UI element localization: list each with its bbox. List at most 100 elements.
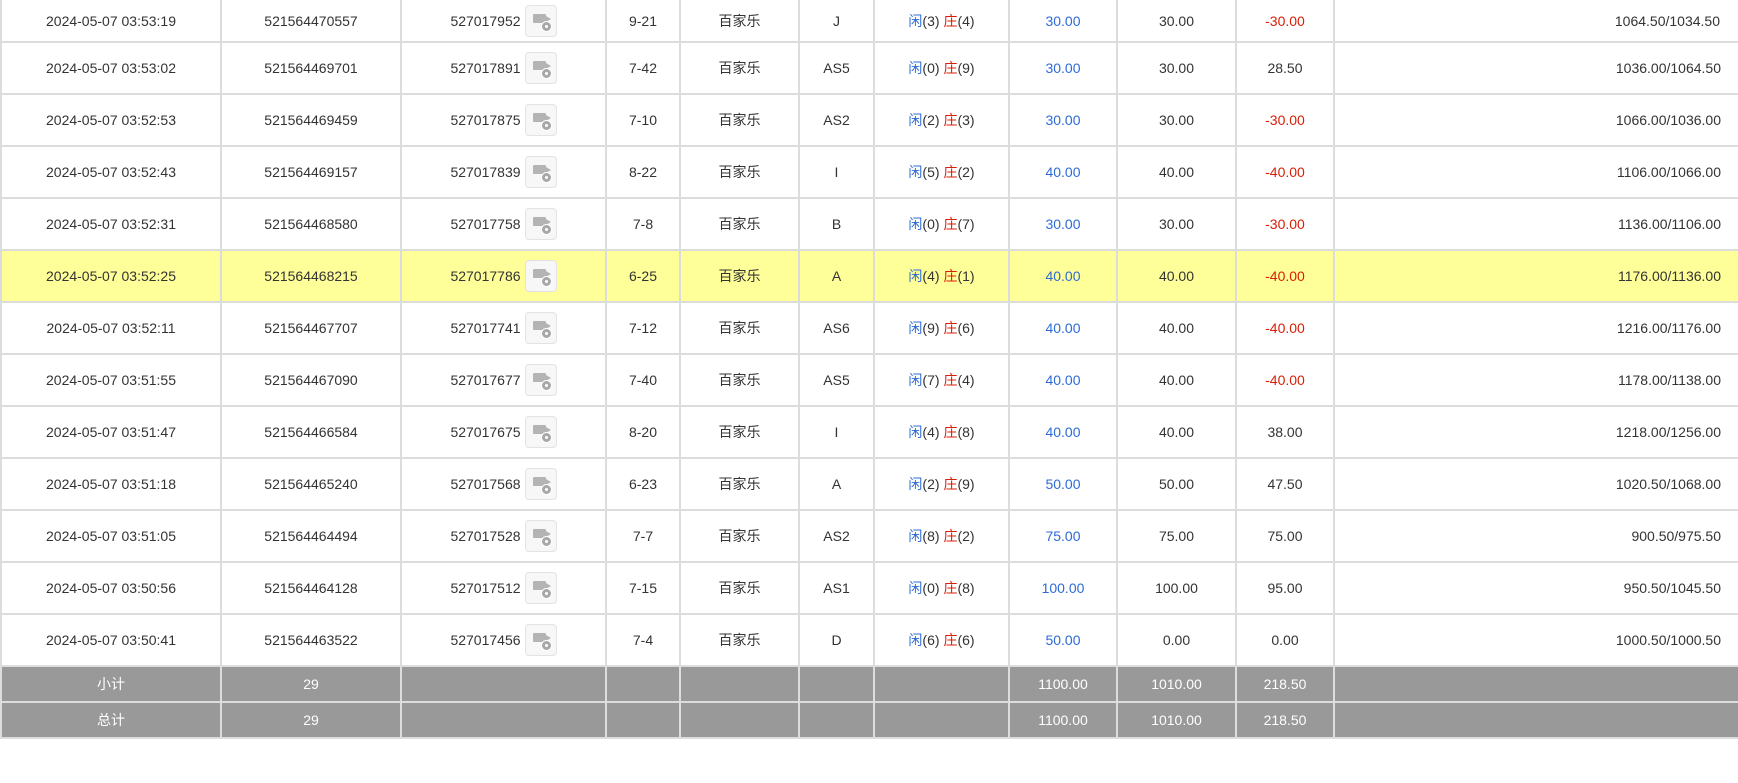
- shoe-hand: 7-40: [605, 353, 681, 407]
- banker-label: 庄: [943, 580, 958, 596]
- round-number: 527017839: [450, 164, 521, 180]
- table-row: 2024-05-07 03:52:53 521564469459 527017875…: [0, 93, 1738, 147]
- table-row: 2024-05-07 03:53:02 521564469701 527017891…: [0, 41, 1738, 95]
- round-cell: 527017952: [400, 0, 607, 43]
- bet-amount: 30.00: [1008, 41, 1118, 95]
- game-type: 百家乐: [679, 561, 800, 615]
- banker-points: (3): [957, 112, 975, 128]
- player-label: 闲: [908, 216, 923, 232]
- video-replay-icon[interactable]: [524, 468, 557, 500]
- table-row: 2024-05-07 03:52:31 521564468580 527017758…: [0, 197, 1738, 251]
- video-replay-icon[interactable]: [524, 624, 557, 656]
- round-number: 527017528: [450, 528, 521, 544]
- banker-points: (8): [957, 580, 975, 596]
- bet-time: 2024-05-07 03:51:55: [0, 353, 222, 407]
- bet-amount: 30.00: [1008, 93, 1118, 147]
- total-label: 总计: [0, 701, 222, 739]
- video-replay-icon[interactable]: [524, 104, 557, 136]
- valid-bet: 0.00: [1116, 613, 1237, 667]
- banker-points: (8): [957, 424, 975, 440]
- video-replay-icon[interactable]: [524, 312, 557, 344]
- round-number: 527017512: [450, 580, 521, 596]
- bet-number: 521564467707: [220, 301, 402, 355]
- total-count: 29: [220, 701, 402, 739]
- game-type: 百家乐: [679, 0, 800, 43]
- valid-bet: 100.00: [1116, 561, 1237, 615]
- subtotal-valid: 1010.00: [1116, 665, 1237, 703]
- bet-time: 2024-05-07 03:53:19: [0, 0, 222, 43]
- subtotal-bet: 1100.00: [1008, 665, 1118, 703]
- bet-amount: 40.00: [1008, 353, 1118, 407]
- shoe-hand: 7-7: [605, 509, 681, 563]
- video-replay-icon[interactable]: [524, 4, 557, 37]
- video-replay-icon[interactable]: [524, 156, 557, 188]
- round-cell: 527017456: [400, 613, 607, 667]
- banker-points: (6): [957, 632, 975, 648]
- win-loss: 38.00: [1235, 405, 1335, 459]
- banker-points: (4): [957, 12, 975, 29]
- balance-before-after: 1176.00/1136.00: [1333, 249, 1738, 303]
- shoe-hand: 7-10: [605, 93, 681, 147]
- player-points: (2): [922, 476, 940, 492]
- round-number: 527017952: [450, 12, 521, 29]
- round-number: 527017891: [450, 60, 521, 76]
- bet-number: 521564470557: [220, 0, 402, 43]
- bet-number: 521564463522: [220, 613, 402, 667]
- win-loss: -40.00: [1235, 249, 1335, 303]
- balance-before-after: 1216.00/1176.00: [1333, 301, 1738, 355]
- bet-number: 521564467090: [220, 353, 402, 407]
- video-replay-icon[interactable]: [524, 52, 557, 84]
- shoe-hand: 7-8: [605, 197, 681, 251]
- video-replay-icon[interactable]: [524, 260, 557, 292]
- game-type: 百家乐: [679, 405, 800, 459]
- table-row: 2024-05-07 03:52:25 521564468215 527017786…: [0, 249, 1738, 303]
- bet-number: 521564469459: [220, 93, 402, 147]
- bet-number: 521564469701: [220, 41, 402, 95]
- win-loss: 47.50: [1235, 457, 1335, 511]
- balance-before-after: 1020.50/1068.00: [1333, 457, 1738, 511]
- bet-number: 521564464494: [220, 509, 402, 563]
- banker-points: (7): [957, 216, 975, 232]
- game-type: 百家乐: [679, 301, 800, 355]
- round-cell: 527017675: [400, 405, 607, 459]
- video-replay-icon[interactable]: [524, 416, 557, 448]
- table-name: AS2: [798, 93, 875, 147]
- result-cell: 闲(3) 庄(4): [873, 0, 1010, 43]
- banker-points: (2): [957, 164, 975, 180]
- table-name: AS6: [798, 301, 875, 355]
- banker-points: (2): [957, 528, 975, 544]
- banker-points: (9): [957, 60, 975, 76]
- video-replay-icon[interactable]: [524, 364, 557, 396]
- video-replay-icon[interactable]: [524, 572, 557, 604]
- bet-number: 521564469157: [220, 145, 402, 199]
- table-name: A: [798, 457, 875, 511]
- records-body: 2024-05-07 03:53:19 521564470557 527017952…: [0, 0, 1738, 667]
- round-cell: 527017512: [400, 561, 607, 615]
- player-points: (4): [922, 268, 940, 284]
- table-row: 2024-05-07 03:50:56 521564464128 527017512…: [0, 561, 1738, 615]
- bet-amount: 50.00: [1008, 457, 1118, 511]
- video-replay-icon[interactable]: [524, 520, 557, 552]
- round-cell: 527017758: [400, 197, 607, 251]
- bet-amount: 50.00: [1008, 613, 1118, 667]
- table-row: 2024-05-07 03:50:41 521564463522 527017456…: [0, 613, 1738, 667]
- balance-before-after: 1000.50/1000.50: [1333, 613, 1738, 667]
- table-row: 2024-05-07 03:52:11 521564467707 527017741…: [0, 301, 1738, 355]
- result-cell: 闲(7) 庄(4): [873, 353, 1010, 407]
- win-loss: 95.00: [1235, 561, 1335, 615]
- banker-label: 庄: [943, 60, 958, 76]
- round-cell: 527017568: [400, 457, 607, 511]
- round-number: 527017675: [450, 424, 521, 440]
- game-type: 百家乐: [679, 197, 800, 251]
- shoe-hand: 8-20: [605, 405, 681, 459]
- round-number: 527017741: [450, 320, 521, 336]
- bet-amount: 40.00: [1008, 405, 1118, 459]
- bet-time: 2024-05-07 03:51:18: [0, 457, 222, 511]
- shoe-hand: 7-12: [605, 301, 681, 355]
- bet-time: 2024-05-07 03:52:43: [0, 145, 222, 199]
- round-cell: 527017875: [400, 93, 607, 147]
- balance-before-after: 1036.00/1064.50: [1333, 41, 1738, 95]
- video-replay-icon[interactable]: [524, 208, 557, 240]
- bet-number: 521564466584: [220, 405, 402, 459]
- player-label: 闲: [908, 580, 923, 596]
